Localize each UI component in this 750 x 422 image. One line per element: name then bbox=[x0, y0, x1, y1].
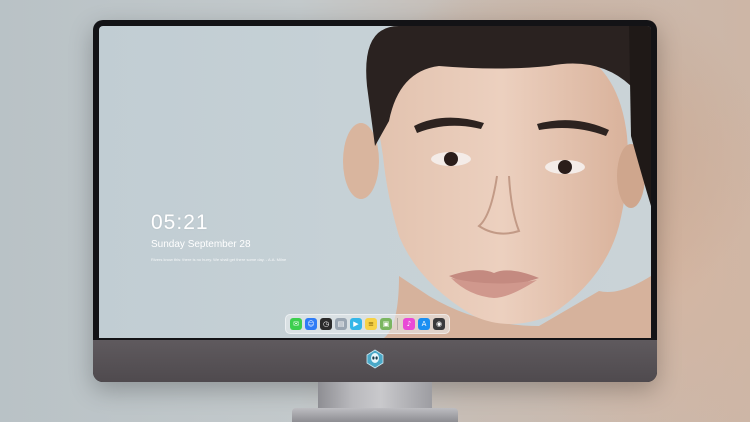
lockscreen-date: Sunday September 28 bbox=[151, 239, 251, 250]
lockscreen-time: 05:21 bbox=[151, 211, 209, 234]
desktop-screen: 05:21 Sunday September 28 Rivers know th… bbox=[99, 26, 651, 338]
clapperboard-icon[interactable]: ▶ bbox=[350, 318, 362, 330]
music-icon[interactable]: ♪ bbox=[403, 318, 415, 330]
preview-icon[interactable]: ▤ bbox=[335, 318, 347, 330]
notes-icon[interactable]: ≡ bbox=[365, 318, 377, 330]
dock: ✉ ☺ ◷ ▤ ▶ ≡ ▣ ♪ A ◉ bbox=[285, 314, 450, 334]
monitor-stand-base bbox=[292, 408, 458, 422]
messages-icon[interactable]: ✉ bbox=[290, 318, 302, 330]
app-store-icon[interactable]: A bbox=[418, 318, 430, 330]
camera-icon[interactable]: ◉ bbox=[433, 318, 445, 330]
finder-icon[interactable]: ☺ bbox=[305, 318, 317, 330]
lockscreen-quote: Rivers know this: there is no hurry. We … bbox=[151, 257, 287, 262]
clock-icon[interactable]: ◷ bbox=[320, 318, 332, 330]
alien-logo-icon bbox=[366, 349, 384, 369]
photos-icon[interactable]: ▣ bbox=[380, 318, 392, 330]
dock-separator bbox=[397, 318, 398, 330]
wallpaper-portrait bbox=[343, 26, 651, 338]
monitor: 05:21 Sunday September 28 Rivers know th… bbox=[93, 20, 657, 382]
monitor-chin bbox=[93, 340, 657, 382]
